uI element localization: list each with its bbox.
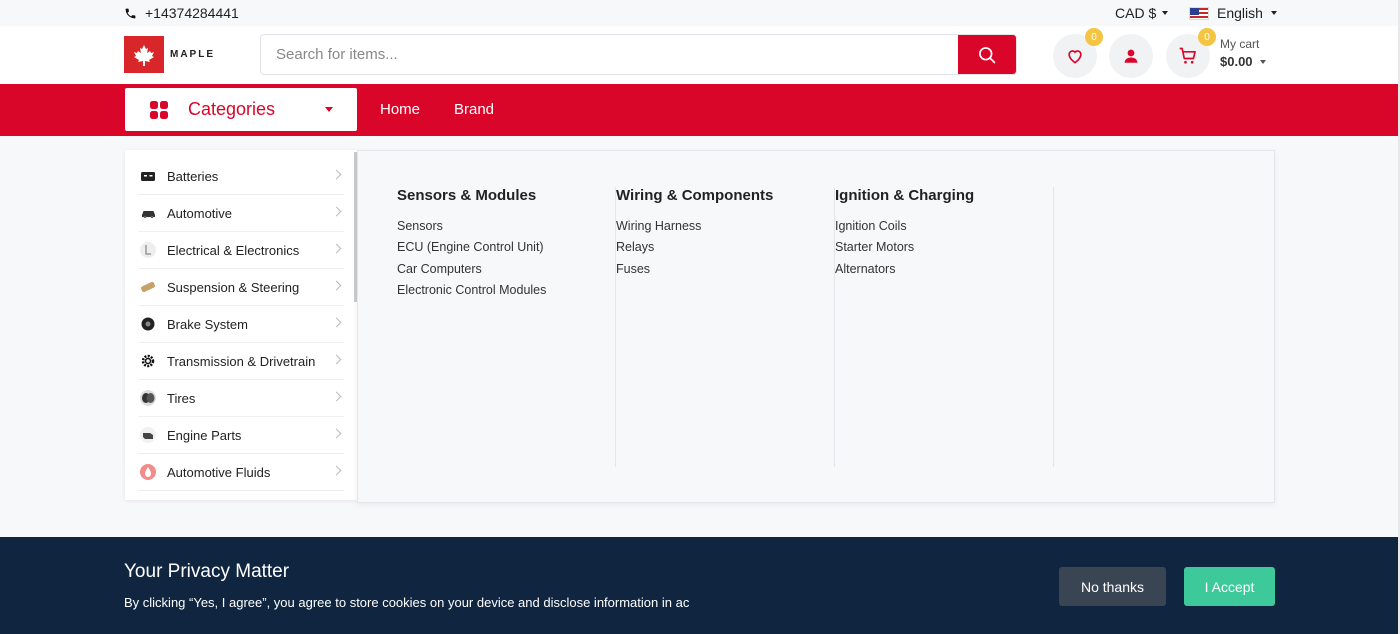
car-icon xyxy=(140,205,156,221)
privacy-banner: Your Privacy Matter By clicking “Yes, I … xyxy=(0,537,1400,634)
mega-link[interactable]: Car Computers xyxy=(397,259,615,280)
wishlist-button[interactable]: 0 xyxy=(1053,28,1103,78)
mega-column-wiring: Wiring & Components Wiring Harness Relay… xyxy=(616,187,835,467)
mega-link[interactable]: ECU (Engine Control Unit) xyxy=(397,237,615,258)
mega-column-ignition: Ignition & Charging Ignition Coils Start… xyxy=(835,187,1054,467)
mega-link[interactable]: Ignition Coils xyxy=(835,216,1053,237)
mega-column-title: Sensors & Modules xyxy=(397,187,537,204)
phone-icon xyxy=(125,8,136,18)
cart-count-badge: 0 xyxy=(1198,28,1216,46)
chevron-right-icon xyxy=(331,206,342,217)
main-nav: Categories Home Brand xyxy=(0,84,1400,136)
categories-label: Categories xyxy=(188,99,276,119)
gear-icon xyxy=(140,353,156,369)
engine-icon xyxy=(140,427,156,443)
chevron-down-icon xyxy=(325,107,333,112)
search-bar xyxy=(260,34,1017,75)
chevron-right-icon xyxy=(331,428,342,439)
accept-cookies-button[interactable]: I Accept xyxy=(1184,567,1275,606)
mega-column-title: Wiring & Components xyxy=(616,187,774,204)
mega-link[interactable]: Sensors xyxy=(397,216,615,237)
wishlist-count-badge: 0 xyxy=(1085,28,1103,46)
mega-link[interactable]: Relays xyxy=(616,237,834,258)
decline-cookies-button[interactable]: No thanks xyxy=(1059,567,1166,606)
us-flag-icon xyxy=(1189,6,1209,20)
search-button[interactable] xyxy=(958,35,1016,74)
electrical-icon xyxy=(140,242,156,258)
sidebar-item-automotive-fluids[interactable]: Automotive Fluids xyxy=(138,454,344,491)
header: MAPLE 0 0 My cart $0.00 xyxy=(0,26,1400,84)
maple-leaf-icon xyxy=(124,36,164,73)
user-icon xyxy=(1124,49,1138,63)
mega-link[interactable]: Wiring Harness xyxy=(616,216,834,237)
phone-number: +14374284441 xyxy=(145,5,239,21)
currency-label: CAD $ xyxy=(1115,5,1157,21)
currency-selector[interactable]: CAD $ xyxy=(1115,5,1169,21)
category-sidebar: Batteries Automotive Electrical & Electr… xyxy=(125,150,357,500)
privacy-text: By clicking “Yes, I agree”, you agree to… xyxy=(124,595,690,610)
language-label: English xyxy=(1217,5,1263,21)
top-bar: +14374284441 CAD $ English xyxy=(0,0,1400,26)
mega-menu-panel: Sensors & Modules Sensors ECU (Engine Co… xyxy=(357,150,1275,503)
sidebar-item-transmission[interactable]: Transmission & Drivetrain xyxy=(138,343,344,380)
chevron-right-icon xyxy=(331,391,342,402)
tire-icon xyxy=(140,390,156,406)
chevron-down-icon xyxy=(1270,11,1277,15)
privacy-title: Your Privacy Matter xyxy=(124,561,290,582)
nav-link-home[interactable]: Home xyxy=(380,101,420,118)
sidebar-item-suspension[interactable]: Suspension & Steering xyxy=(138,269,344,306)
sidebar-item-batteries[interactable]: Batteries xyxy=(138,158,344,195)
fluid-icon xyxy=(140,464,156,480)
chevron-down-icon xyxy=(1162,11,1169,15)
mega-link[interactable]: Electronic Control Modules xyxy=(397,280,615,301)
sidebar-item-automotive[interactable]: Automotive xyxy=(138,195,344,232)
search-input[interactable] xyxy=(261,35,959,74)
chevron-down-icon xyxy=(1259,59,1266,64)
chevron-right-icon xyxy=(331,280,342,291)
cart-icon xyxy=(1179,47,1196,64)
brake-icon xyxy=(140,316,156,332)
mega-column-sensors: Sensors & Modules Sensors ECU (Engine Co… xyxy=(397,187,616,467)
logo-text: MAPLE xyxy=(170,48,215,60)
mega-link[interactable]: Alternators xyxy=(835,259,1053,280)
chevron-right-icon xyxy=(331,317,342,328)
search-icon xyxy=(979,46,996,63)
cart-label: My cart xyxy=(1220,37,1260,51)
heart-icon xyxy=(1068,50,1082,64)
chevron-right-icon xyxy=(331,354,342,365)
sidebar-item-engine-parts[interactable]: Engine Parts xyxy=(138,417,344,454)
battery-icon xyxy=(140,168,156,184)
suspension-icon xyxy=(140,279,156,295)
chevron-right-icon xyxy=(331,243,342,254)
account-button[interactable] xyxy=(1109,34,1153,78)
mega-link[interactable]: Fuses xyxy=(616,259,834,280)
sidebar-item-electrical[interactable]: Electrical & Electronics xyxy=(138,232,344,269)
grid-icon xyxy=(150,100,168,119)
nav-link-brand[interactable]: Brand xyxy=(454,101,494,118)
sidebar-item-brake-system[interactable]: Brake System xyxy=(138,306,344,343)
logo[interactable]: MAPLE xyxy=(124,36,224,73)
chevron-right-icon xyxy=(331,465,342,476)
phone-contact[interactable]: +14374284441 xyxy=(124,5,239,21)
sidebar-item-tires[interactable]: Tires xyxy=(138,380,344,417)
mega-link[interactable]: Starter Motors xyxy=(835,237,1053,258)
cart-button[interactable]: 0 xyxy=(1166,28,1216,78)
categories-button[interactable]: Categories xyxy=(125,88,357,131)
chevron-right-icon xyxy=(331,169,342,180)
mega-column-title: Ignition & Charging xyxy=(835,187,975,204)
cart-total[interactable]: $0.00 xyxy=(1220,54,1266,69)
language-selector[interactable]: English xyxy=(1189,5,1277,21)
